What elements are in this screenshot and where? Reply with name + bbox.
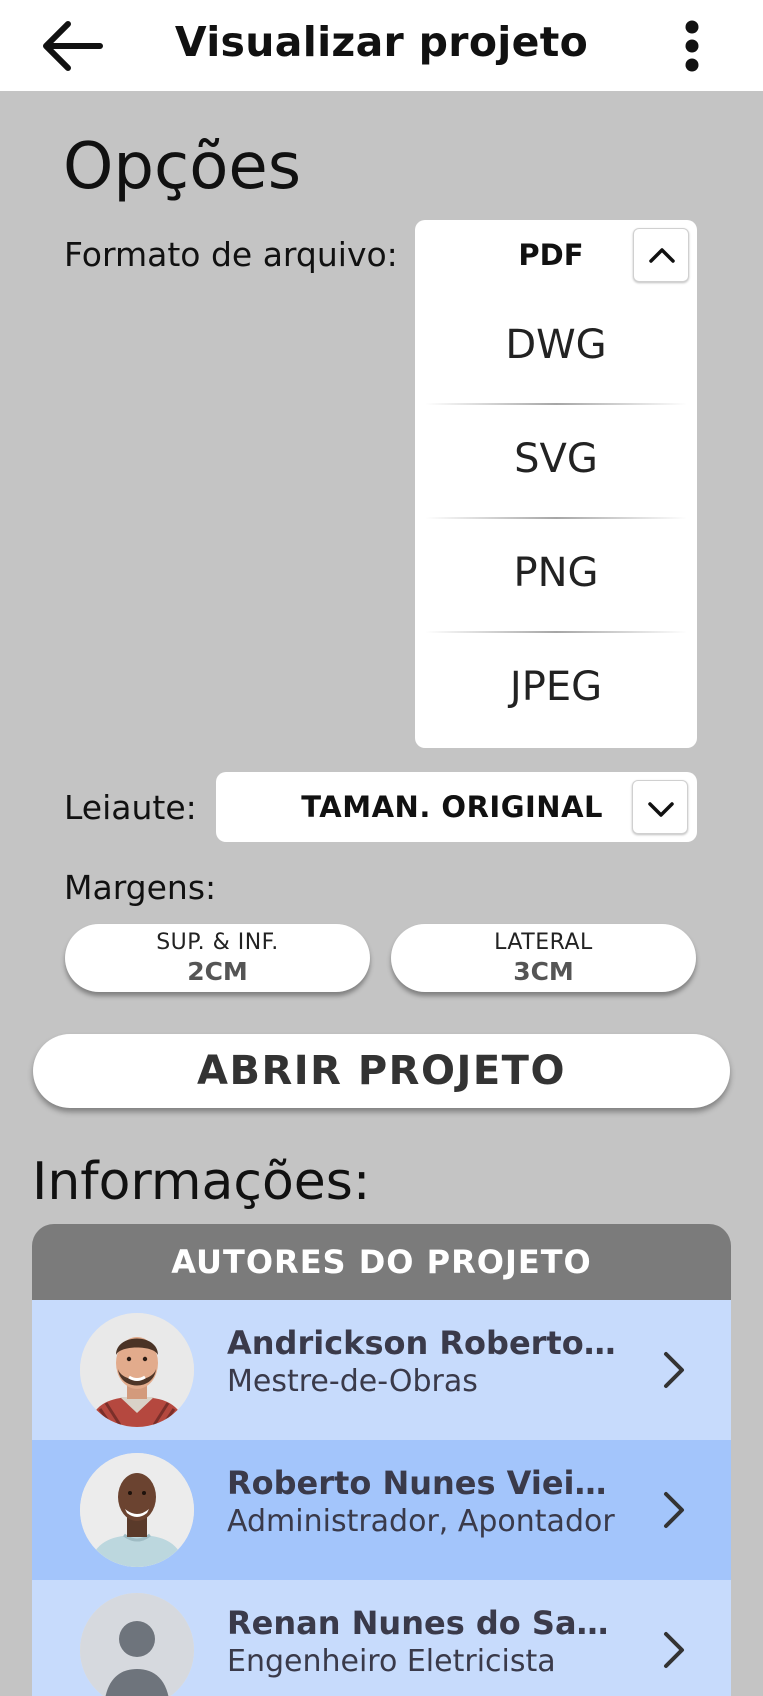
- open-project-button[interactable]: ABRIR PROJETO: [33, 1034, 730, 1108]
- margin-top-bottom-label: SUP. & INF.: [156, 930, 279, 955]
- margins-label: Margens:: [64, 868, 217, 907]
- arrow-left-icon[interactable]: [38, 18, 106, 74]
- format-option-jpeg[interactable]: JPEG: [415, 632, 697, 746]
- chevron-right-icon: [660, 1350, 688, 1390]
- chevron-down-icon: [648, 802, 674, 817]
- layout-label: Leiaute:: [64, 788, 197, 827]
- author-name: Renan Nunes do Santos: [227, 1604, 617, 1642]
- top-app-bar: Visualizar projeto: [0, 0, 763, 91]
- format-label: Formato de arquivo:: [64, 235, 398, 274]
- chevron-right-icon: [660, 1630, 688, 1670]
- layout-selected-value: TAMAN. ORIGINAL: [301, 790, 603, 824]
- margin-lateral-label: LATERAL: [494, 930, 593, 955]
- authors-header: AUTORES DO PROJETO: [32, 1224, 731, 1300]
- format-dropdown: PDF DWG SVG PNG JPEG: [415, 220, 697, 748]
- user-placeholder-icon: [80, 1593, 194, 1696]
- format-option-png[interactable]: PNG: [415, 518, 697, 632]
- info-title: Informações:: [32, 1152, 371, 1212]
- format-option-dwg[interactable]: DWG: [415, 290, 697, 404]
- chevron-up-button[interactable]: [633, 228, 689, 282]
- margin-lateral-button[interactable]: LATERAL 3CM: [391, 924, 696, 992]
- margin-top-bottom-button[interactable]: SUP. & INF. 2CM: [65, 924, 370, 992]
- layout-select[interactable]: TAMAN. ORIGINAL: [216, 772, 697, 842]
- author-role: Mestre-de-Obras: [227, 1364, 478, 1399]
- chevron-right-icon: [660, 1490, 688, 1530]
- margin-lateral-value: 3CM: [513, 957, 574, 986]
- author-role: Administrador, Apontador: [227, 1504, 615, 1539]
- author-row[interactable]: Renan Nunes do Santos Engenheiro Eletric…: [32, 1580, 731, 1696]
- avatar: [80, 1453, 194, 1567]
- margin-top-bottom-value: 2CM: [187, 957, 248, 986]
- avatar: [80, 1593, 194, 1696]
- page-title: Visualizar projeto: [174, 18, 589, 66]
- options-title: Opções: [63, 130, 302, 204]
- more-vertical-icon[interactable]: [678, 20, 706, 72]
- author-row[interactable]: Andrickson Roberto Da... Mestre-de-Obras: [32, 1300, 731, 1440]
- author-role: Engenheiro Eletricista: [227, 1644, 556, 1679]
- chevron-down-button[interactable]: [632, 780, 688, 834]
- author-name: Andrickson Roberto Da...: [227, 1324, 617, 1362]
- chevron-up-icon: [649, 248, 675, 263]
- author-row[interactable]: Roberto Nunes Vieira d... Administrador,…: [32, 1440, 731, 1580]
- author-name: Roberto Nunes Vieira d...: [227, 1464, 617, 1502]
- format-option-svg[interactable]: SVG: [415, 404, 697, 518]
- avatar: [80, 1313, 194, 1427]
- format-select[interactable]: PDF: [415, 220, 697, 290]
